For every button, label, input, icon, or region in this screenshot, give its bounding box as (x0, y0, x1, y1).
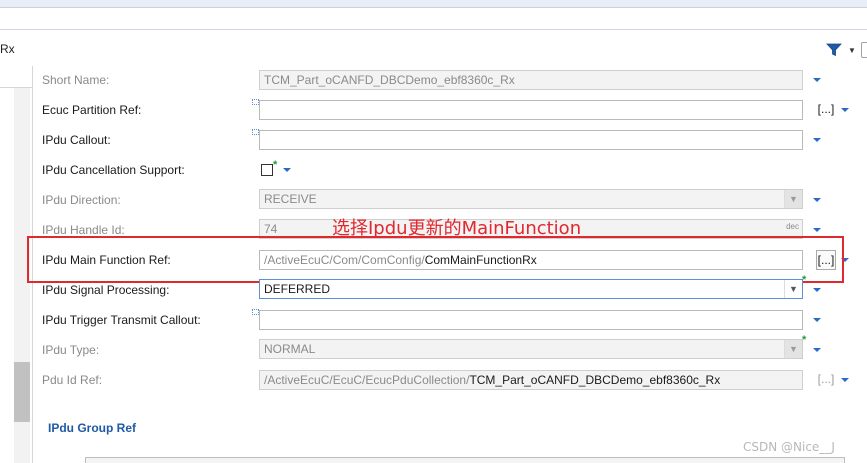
pdu-id-ref-browse-button[interactable]: [...] (816, 370, 836, 390)
chevron-down-icon[interactable]: ▼ (784, 340, 802, 358)
ipdu-signal-processing-menu-icon[interactable] (813, 288, 821, 292)
ipdu-signal-processing-value: DEFERRED (264, 282, 331, 296)
ipdu-direction-value: RECEIVE (264, 192, 317, 206)
watermark: CSDN @Nice__J (743, 440, 835, 454)
chevron-down-icon[interactable]: ▼ (784, 190, 802, 208)
pdu-id-ref-menu-icon[interactable] (841, 378, 849, 382)
short-name-menu-icon[interactable] (813, 78, 821, 82)
ipdu-direction-select[interactable]: RECEIVE ▼ (259, 189, 803, 209)
ipdu-handle-id-menu-icon[interactable] (813, 228, 821, 232)
pdu-id-ref-field[interactable]: /ActiveEcuC/EcuC/EcucPduCollection/TCM_P… (259, 370, 803, 390)
ipdu-direction-menu-icon[interactable] (813, 198, 821, 202)
required-marker-icon: * (802, 334, 807, 346)
ecuc-partition-ref-browse-button[interactable]: [...] (816, 100, 836, 120)
chevron-down-icon[interactable]: ▼ (784, 280, 802, 298)
editor-title-fragment: Rx (0, 42, 15, 56)
short-name-label: Short Name: (42, 73, 110, 87)
ipdu-cancellation-support-label: IPdu Cancellation Support: (42, 163, 185, 177)
pdu-id-path-name: TCM_Part_oCANFD_DBCDemo_ebf8360c_Rx (469, 373, 721, 387)
ipdu-type-menu-icon[interactable] (813, 348, 821, 352)
ipdu-type-label: IPdu Type: (42, 343, 100, 357)
required-marker-icon: * (273, 159, 278, 171)
ipdu-handle-id-label: IPdu Handle Id: (42, 223, 125, 237)
ipdu-signal-processing-select[interactable]: DEFERRED ▼ (259, 279, 803, 299)
number-format-tag[interactable]: dec (786, 222, 799, 231)
editor-top-bar (0, 0, 867, 30)
left-panel-header (0, 66, 32, 88)
ipdu-cancellation-support-menu-icon[interactable] (283, 168, 291, 172)
editor-title-row: Rx (0, 36, 867, 64)
filter-dropdown-icon[interactable]: ▼ (848, 46, 856, 55)
highlight-box (27, 236, 844, 283)
pdu-id-ref-label: Pdu Id Ref: (42, 373, 103, 387)
ipdu-callout-field[interactable] (259, 130, 803, 150)
ipdu-handle-id-value: 74 (264, 222, 278, 236)
ipdu-cancellation-support-checkbox[interactable] (261, 164, 273, 176)
reference-icon (252, 129, 259, 135)
tab-strip (0, 0, 867, 8)
ipdu-trigger-transmit-callout-menu-icon[interactable] (813, 318, 821, 322)
reference-icon (252, 99, 259, 105)
search-field-stub[interactable] (861, 42, 867, 58)
ecuc-partition-ref-menu-icon[interactable] (841, 108, 849, 112)
filter-icon[interactable] (826, 43, 842, 57)
ipdu-trigger-transmit-callout-label: IPdu Trigger Transmit Callout: (42, 313, 201, 327)
required-marker-icon: * (802, 274, 807, 286)
ipdu-type-value: NORMAL (264, 342, 316, 356)
ipdu-group-ref-table[interactable] (85, 457, 845, 463)
left-panel-scroll-thumb[interactable] (14, 362, 30, 422)
pdu-id-path-prefix: /ActiveEcuC/EcuC/EcucPduCollection/ (264, 373, 470, 387)
ipdu-callout-menu-icon[interactable] (813, 138, 821, 142)
ipdu-type-select[interactable]: NORMAL ▼ (259, 339, 803, 359)
ipdu-trigger-transmit-callout-field[interactable] (259, 310, 803, 330)
ipdu-callout-label: IPdu Callout: (42, 133, 111, 147)
short-name-value: TCM_Part_oCANFD_DBCDemo_ebf8360c_Rx (264, 73, 515, 87)
reference-icon (252, 309, 259, 315)
ipdu-signal-processing-label: IPdu Signal Processing: (42, 283, 170, 297)
ipdu-group-ref-section-title[interactable]: IPdu Group Ref (48, 421, 136, 435)
short-name-field[interactable]: TCM_Part_oCANFD_DBCDemo_ebf8360c_Rx (259, 70, 803, 90)
ipdu-direction-label: IPdu Direction: (42, 193, 121, 207)
ecuc-partition-ref-field[interactable] (259, 100, 803, 120)
ecuc-partition-ref-label: Ecuc Partition Ref: (42, 103, 142, 117)
